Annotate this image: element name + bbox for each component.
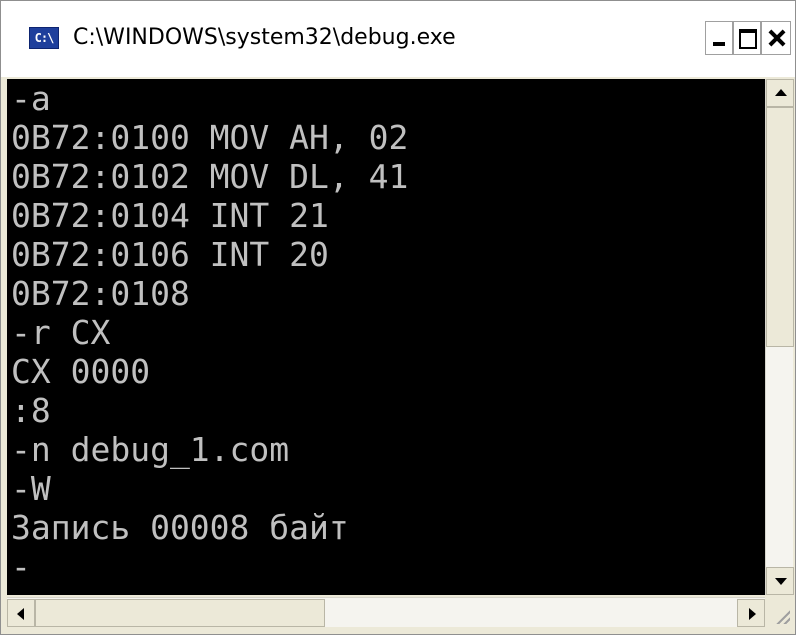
console-line: 0B72:0106 INT 20: [11, 235, 329, 274]
console-line: -n debug_1.com: [11, 430, 290, 469]
size-grip-icon[interactable]: [765, 597, 793, 627]
console-window: C:\ C:\WINDOWS\system32\debug.exe -a 0B7…: [0, 0, 796, 635]
console-line: 0B72:0108: [11, 274, 190, 313]
console-line: Запись 00008 байт: [11, 508, 349, 547]
scroll-down-button[interactable]: [766, 567, 794, 595]
scroll-left-button[interactable]: [7, 599, 35, 627]
close-button[interactable]: [761, 21, 791, 55]
console-line: 0B72:0102 MOV DL, 41: [11, 157, 409, 196]
scroll-up-button[interactable]: [766, 79, 794, 107]
console-line: -a: [11, 79, 51, 118]
arrow-up-icon: [775, 89, 787, 96]
console-line: :8: [11, 391, 51, 430]
minimize-button[interactable]: [705, 21, 733, 55]
console-line: -r CX: [11, 313, 111, 352]
maximize-button[interactable]: [733, 21, 761, 55]
vertical-scrollbar[interactable]: [765, 79, 794, 595]
console-line: 0B72:0100 MOV AH, 02: [11, 118, 409, 157]
console-output[interactable]: -a 0B72:0100 MOV AH, 02 0B72:0102 MOV DL…: [7, 79, 765, 595]
console-line: 0B72:0104 INT 21: [11, 196, 329, 235]
arrow-left-icon: [17, 608, 24, 620]
console-prompt-line: -: [11, 547, 31, 586]
arrow-down-icon: [775, 578, 787, 585]
arrow-right-icon: [749, 608, 756, 620]
title-bar[interactable]: C:\ C:\WINDOWS\system32\debug.exe: [1, 1, 795, 77]
console-app-icon[interactable]: C:\: [29, 27, 59, 49]
console-line: -W: [11, 469, 51, 508]
window-title: C:\WINDOWS\system32\debug.exe: [73, 25, 456, 50]
horizontal-scroll-thumb[interactable]: [35, 599, 325, 627]
horizontal-scrollbar[interactable]: [7, 597, 765, 627]
vertical-scroll-thumb[interactable]: [766, 107, 794, 347]
console-line: CX 0000: [11, 352, 151, 391]
scroll-right-button[interactable]: [737, 599, 765, 627]
